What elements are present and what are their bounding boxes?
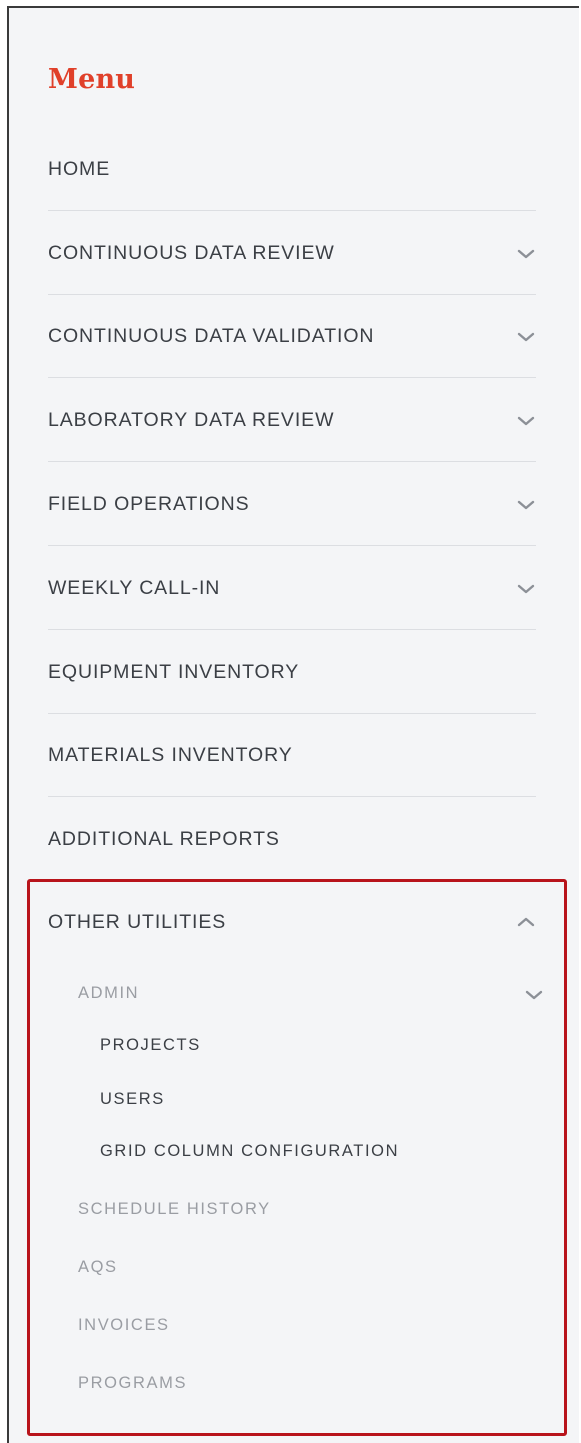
menu-item-other-utilities[interactable]: OTHER UTILITIES [48, 881, 536, 964]
menu-item-label: CONTINUOUS DATA VALIDATION [48, 325, 375, 347]
menu-item-weekly-call-in[interactable]: WEEKLY CALL-IN [48, 547, 536, 630]
chevron-down-icon[interactable] [517, 414, 535, 428]
submenu-item-schedule-history[interactable]: SCHEDULE HISTORY [78, 1200, 271, 1219]
menu-item-label: EQUIPMENT INVENTORY [48, 661, 300, 683]
menu-item-laboratory-data-review[interactable]: LABORATORY DATA REVIEW [48, 379, 536, 462]
menu-item-label: FIELD OPERATIONS [48, 493, 250, 515]
submenu-item-programs[interactable]: PROGRAMS [78, 1374, 187, 1393]
submenu-item-admin[interactable]: ADMIN [78, 984, 139, 1003]
menu-item-label: ADDITIONAL REPORTS [48, 828, 280, 850]
menu-item-field-operations[interactable]: FIELD OPERATIONS [48, 463, 536, 546]
menu-item-home[interactable]: HOME [48, 128, 536, 211]
chevron-up-icon[interactable] [517, 915, 535, 929]
menu-item-materials-inventory[interactable]: MATERIALS INVENTORY [48, 714, 536, 797]
menu-item-equipment-inventory[interactable]: EQUIPMENT INVENTORY [48, 631, 536, 714]
chevron-down-icon[interactable] [517, 330, 535, 344]
menu-title: Menu [48, 64, 136, 95]
menu-item-label: OTHER UTILITIES [48, 911, 227, 933]
menu-item-continuous-data-validation[interactable]: CONTINUOUS DATA VALIDATION [48, 295, 536, 378]
submenu-item-aqs[interactable]: AQS [78, 1258, 118, 1277]
menu-item-label: MATERIALS INVENTORY [48, 744, 293, 766]
menu-item-continuous-data-review[interactable]: CONTINUOUS DATA REVIEW [48, 212, 536, 295]
submenu-item-projects[interactable]: PROJECTS [100, 1036, 201, 1055]
menu-item-label: LABORATORY DATA REVIEW [48, 409, 335, 431]
submenu-item-grid-column-configuration[interactable]: GRID COLUMN CONFIGURATION [100, 1142, 399, 1161]
submenu-item-invoices[interactable]: INVOICES [78, 1316, 170, 1335]
chevron-down-icon[interactable] [517, 247, 535, 261]
submenu-item-users[interactable]: USERS [100, 1090, 165, 1109]
chevron-down-icon[interactable] [517, 498, 535, 512]
menu-item-label: HOME [48, 158, 111, 180]
menu-item-additional-reports[interactable]: ADDITIONAL REPORTS [48, 798, 536, 881]
menu-item-label: CONTINUOUS DATA REVIEW [48, 242, 335, 264]
menu-item-label: WEEKLY CALL-IN [48, 577, 221, 599]
chevron-down-icon[interactable] [517, 582, 535, 596]
chevron-down-icon[interactable] [525, 988, 543, 1002]
